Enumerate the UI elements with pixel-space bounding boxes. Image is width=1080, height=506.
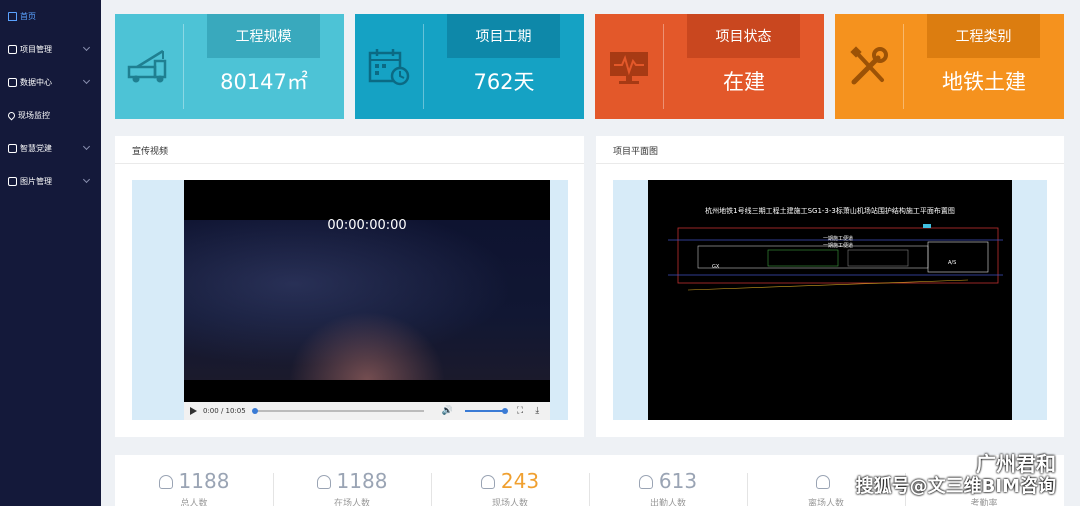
video-frame — [184, 220, 550, 380]
volume-knob[interactable] — [501, 408, 508, 414]
sidebar-item-label: 数据中心 — [20, 78, 52, 87]
monitor-pulse-icon — [595, 14, 663, 119]
folder-icon — [8, 45, 17, 54]
exit-icon — [816, 475, 830, 489]
card-value: 地铁土建 — [942, 70, 1026, 94]
calendar-clock-icon — [355, 14, 423, 119]
card-label: 项目状态 — [687, 14, 800, 58]
site-plan-drawing — [668, 224, 1003, 291]
chevron-down-icon — [82, 142, 91, 151]
stat-total: 1188 总人数 — [115, 469, 273, 506]
watermark: 搜狐号@文三维BIM咨询 — [855, 476, 1056, 497]
video-overlay-time: 00:00:00:00 — [327, 218, 407, 233]
sidebar-item-label: 项目管理 — [20, 45, 52, 54]
download-icon[interactable]: ⤓ — [535, 406, 539, 416]
stat-number: 1188 — [336, 469, 388, 493]
person-check-icon — [638, 475, 653, 489]
progress-knob[interactable] — [251, 408, 258, 414]
card-project-duration: 项目工期 762天 — [355, 14, 584, 119]
card-project-scale: 工程规模 80147㎡ — [115, 14, 344, 119]
sidebar-item-label: 首页 — [20, 12, 36, 21]
card-value: 762天 — [473, 70, 535, 94]
sidebar: 首页 项目管理 数据中心 现场监控 智慧党建 图片管理 — [0, 0, 101, 506]
image-icon — [8, 177, 17, 186]
plan-container: 杭州地铁1号线三期工程土建施工SG1-3-3标萧山机场站围护结构施工平面布置图 … — [613, 180, 1047, 420]
people-icon — [158, 475, 173, 489]
card-project-category: 工程类别 地铁土建 — [835, 14, 1064, 119]
person-icon — [480, 475, 495, 489]
sidebar-item-project-management[interactable]: 项目管理 — [0, 33, 101, 66]
party-icon — [8, 144, 17, 153]
video-panel: 宣传视频 00:00:00:00 0:00 / 10:05 🔊 ⛶ ⤓ — [115, 136, 584, 437]
card-label: 项目工期 — [447, 14, 560, 58]
volume-icon[interactable]: 🔊 — [442, 406, 453, 416]
stat-label: 总人数 — [180, 499, 208, 506]
stat-on-field: 243 现场人数 — [431, 469, 589, 506]
chevron-down-icon — [82, 76, 91, 85]
video-time: 0:00 / 10:05 — [203, 407, 246, 415]
stat-number: 613 — [658, 469, 698, 493]
volume-slider[interactable] — [464, 408, 508, 414]
video-container: 00:00:00:00 0:00 / 10:05 🔊 ⛶ ⤓ — [132, 180, 568, 420]
stat-label: 现场人数 — [491, 499, 528, 506]
sidebar-item-image-management[interactable]: 图片管理 — [0, 165, 101, 198]
stat-onsite: 1188 在场人数 — [273, 469, 431, 506]
card-label: 工程规模 — [207, 14, 320, 58]
panel-divider — [596, 163, 1064, 164]
sidebar-item-label: 图片管理 — [20, 177, 52, 186]
plan-label: GX — [712, 264, 720, 270]
plan-panel: 项目平面图 杭州地铁1号线三期工程土建施工SG1-3-3标萧山机场站围护结构施工… — [596, 136, 1064, 437]
tools-icon — [835, 14, 903, 119]
play-icon[interactable] — [190, 407, 197, 415]
panel-title: 宣传视频 — [132, 147, 169, 157]
stat-label: 在场人数 — [333, 499, 370, 506]
plan-label: A/S — [948, 260, 957, 266]
location-icon — [6, 110, 17, 121]
crane-truck-icon — [115, 14, 183, 119]
sidebar-item-data-center[interactable]: 数据中心 — [0, 66, 101, 99]
stat-number: 1188 — [178, 469, 230, 493]
plan-label: 一期施工便道 — [823, 236, 854, 242]
stat-number: 243 — [500, 469, 540, 493]
video-progress-bar[interactable] — [251, 408, 424, 414]
panel-title: 项目平面图 — [613, 147, 659, 157]
chevron-down-icon — [82, 175, 91, 184]
sidebar-item-label: 现场监控 — [18, 111, 50, 120]
fullscreen-icon[interactable]: ⛶ — [517, 406, 523, 416]
sidebar-item-site-monitoring[interactable]: 现场监控 — [0, 99, 101, 132]
plan-label: 一期施工便道 — [823, 243, 854, 249]
sidebar-item-party-building[interactable]: 智慧党建 — [0, 132, 101, 165]
card-value: 80147㎡ — [220, 70, 308, 94]
card-value: 在建 — [723, 70, 765, 94]
video-player[interactable]: 00:00:00:00 0:00 / 10:05 🔊 ⛶ ⤓ — [184, 180, 550, 420]
card-label: 工程类别 — [927, 14, 1040, 58]
home-icon — [8, 12, 17, 21]
stat-label: 出勤人数 — [649, 499, 686, 506]
sidebar-item-home[interactable]: 首页 — [0, 0, 101, 33]
panel-divider — [115, 163, 584, 164]
database-icon — [8, 78, 17, 87]
sidebar-item-label: 智慧党建 — [20, 144, 52, 153]
site-plan-image[interactable]: 杭州地铁1号线三期工程土建施工SG1-3-3标萧山机场站围护结构施工平面布置图 … — [648, 180, 1012, 420]
chevron-down-icon — [82, 43, 91, 52]
stat-attendance: 613 出勤人数 — [589, 469, 747, 506]
video-controls: 0:00 / 10:05 🔊 ⛶ ⤓ — [184, 402, 550, 420]
worker-icon — [316, 475, 331, 489]
card-project-status: 项目状态 在建 — [595, 14, 824, 119]
